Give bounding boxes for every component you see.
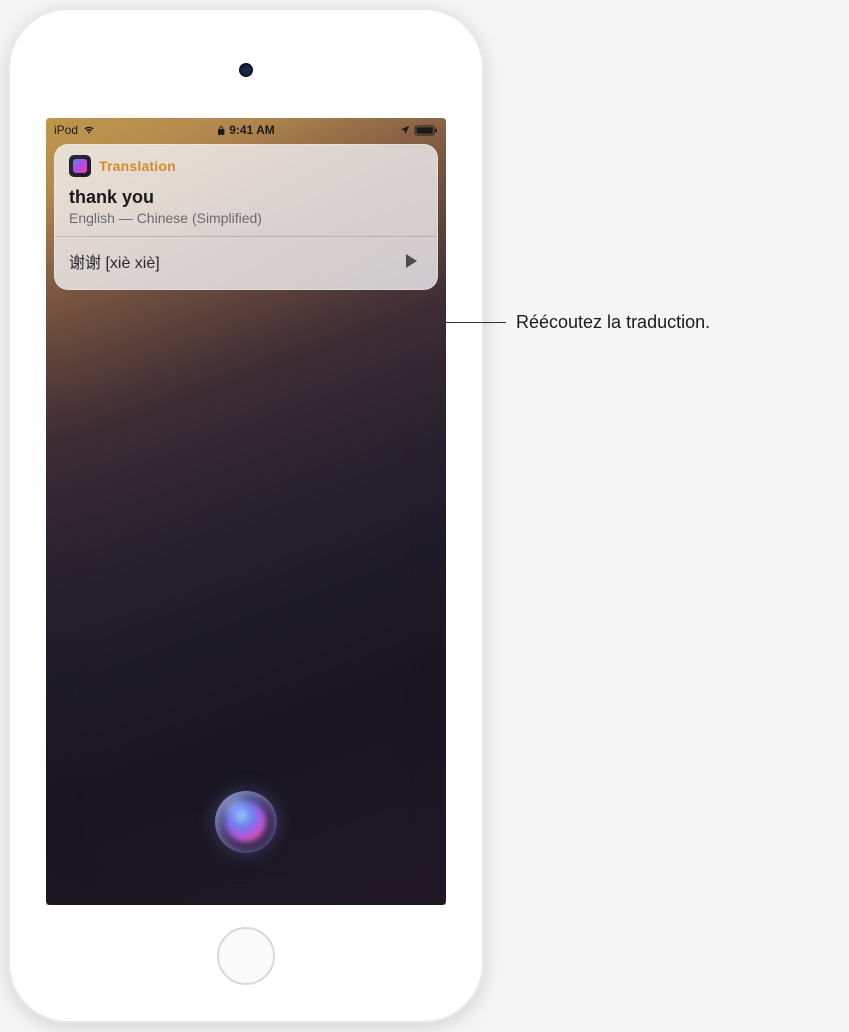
card-body: thank you English — Chinese (Simplified)…: [55, 181, 437, 289]
translated-text: 谢谢 [xiè xiè]: [69, 249, 160, 273]
screen: iPod 9:41 AM: [46, 118, 446, 905]
callout: Réécoutez la traduction.: [430, 312, 710, 333]
translation-row: 谢谢 [xiè xiè]: [69, 237, 423, 277]
play-button[interactable]: [399, 249, 423, 273]
app-title: Translation: [99, 158, 176, 174]
device-frame: iPod 9:41 AM: [8, 8, 484, 1023]
siri-orb[interactable]: [215, 791, 277, 853]
status-right: [400, 125, 438, 136]
status-left: iPod: [54, 123, 96, 137]
home-button[interactable]: [217, 927, 275, 985]
source-text: thank you: [69, 187, 423, 208]
location-icon: [400, 125, 410, 135]
status-center: 9:41 AM: [217, 123, 275, 137]
device-inner: iPod 9:41 AM: [18, 18, 474, 1013]
battery-icon: [414, 125, 438, 136]
callout-text: Réécoutez la traduction.: [516, 312, 710, 333]
translation-app-icon: [69, 155, 91, 177]
language-pair: English — Chinese (Simplified): [69, 210, 423, 236]
carrier-label: iPod: [54, 123, 78, 137]
play-icon: [404, 253, 418, 269]
translation-card: Translation thank you English — Chinese …: [54, 144, 438, 290]
front-camera: [239, 63, 253, 77]
card-header[interactable]: Translation: [55, 145, 437, 181]
callout-leader-line: [430, 322, 506, 323]
lock-icon: [217, 125, 225, 136]
status-bar: iPod 9:41 AM: [46, 118, 446, 140]
siri-waveform-icon: [226, 802, 266, 842]
wifi-icon: [82, 125, 96, 135]
status-time: 9:41 AM: [229, 123, 275, 137]
